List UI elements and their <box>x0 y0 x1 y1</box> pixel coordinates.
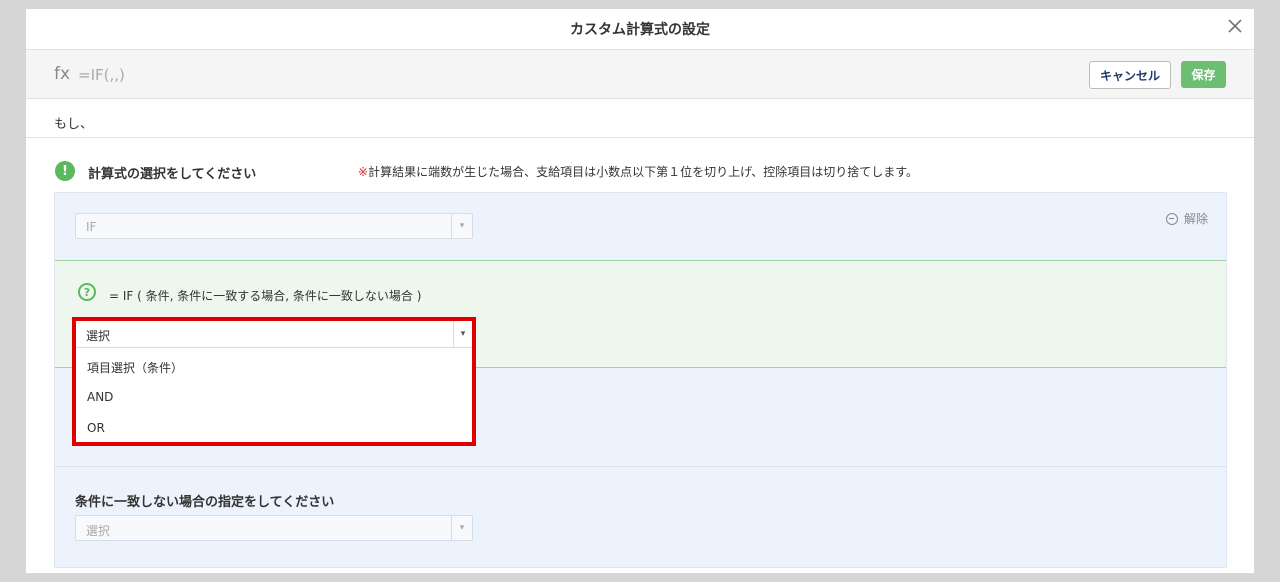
save-button[interactable]: 保存 <box>1181 61 1226 88</box>
panel-divider <box>55 466 1226 467</box>
note-mark: ※ <box>358 165 369 179</box>
section-title: 計算式の選択をしてください <box>88 167 257 182</box>
exclamation-icon: ! <box>55 161 75 181</box>
else-select-value: 選択 <box>86 524 111 538</box>
modal-header: カスタム計算式の設定 <box>26 9 1254 50</box>
custom-formula-modal: カスタム計算式の設定 fx =IF(,,) キャンセル 保存 もし、 ! 計算式… <box>26 9 1254 573</box>
chevron-down-icon: ▾ <box>451 214 472 238</box>
divider <box>26 137 1254 138</box>
modal-title: カスタム計算式の設定 <box>570 22 710 38</box>
help-icon[interactable]: ? <box>78 283 96 301</box>
remove-label: 解除 <box>1184 212 1209 226</box>
minus-circle-icon <box>1166 212 1178 225</box>
formula-bar: fx =IF(,,) キャンセル 保存 <box>26 50 1254 99</box>
cancel-button[interactable]: キャンセル <box>1089 61 1171 89</box>
close-icon[interactable] <box>1226 17 1244 35</box>
formula-preview: =IF(,,) <box>78 66 125 84</box>
else-select[interactable]: 選択 ▾ <box>75 515 473 541</box>
formula-description: もし、 <box>54 117 94 132</box>
function-select[interactable]: IF ▾ <box>75 213 473 239</box>
annotation-highlight-box <box>72 317 476 446</box>
remove-button[interactable]: 解除 <box>1166 210 1208 227</box>
syntax-text: = IF ( 条件, 条件に一致する場合, 条件に一致しない場合 ) <box>109 289 422 303</box>
rounding-note: ※計算結果に端数が生じた場合、支給項目は小数点以下第１位を切り上げ、控除項目は切… <box>358 163 918 180</box>
chevron-down-icon: ▾ <box>451 516 472 540</box>
fx-icon: fx <box>54 64 71 84</box>
note-text: 計算結果に端数が生じた場合、支給項目は小数点以下第１位を切り上げ、控除項目は切り… <box>368 165 919 179</box>
function-select-value: IF <box>86 220 97 234</box>
else-section-title: 条件に一致しない場合の指定をしてください <box>75 495 335 510</box>
